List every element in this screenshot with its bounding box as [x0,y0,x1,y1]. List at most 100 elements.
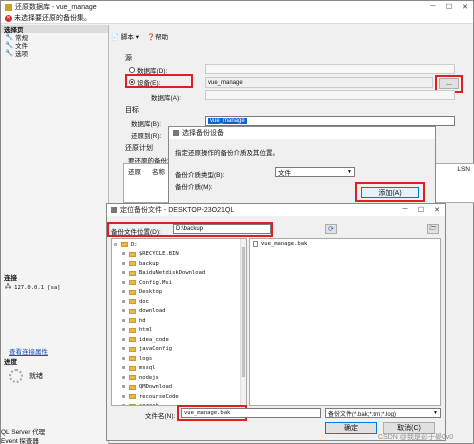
chevron-down-icon: ▼ [347,169,352,175]
browse-device-button[interactable]: ... [439,78,459,89]
connection-properties-link[interactable]: 查看连接属性 [9,346,48,356]
target-label: 目标 [125,107,139,114]
script-button[interactable]: 📄 脚本 ▾ [111,31,139,41]
tree-folder-item[interactable]: ⊞ nodejs [112,373,246,383]
folder-icon [129,318,136,324]
error-icon: ✕ [5,14,12,22]
help-button[interactable]: ❓帮助 [147,31,168,41]
tree-folder-label: nodejs [139,374,159,381]
minimize-button[interactable]: ─ [425,3,441,11]
tree-folder-item[interactable]: ⊞ backup [112,259,246,269]
refresh-button[interactable]: ⟳ [325,224,337,234]
tree-root-label: D: [131,241,138,248]
media-type-select[interactable]: 文件 ▼ [275,167,355,177]
tree-root[interactable]: ⊟ D: [112,240,246,250]
filename-label: 文件名(N): [145,413,176,420]
tree-folder-label: mssql [139,365,156,372]
select-backup-device-dialog: 选择备份设备 指定还原操作的备份介质及其位置。 备份介质类型(B): 文件 ▼ … [168,126,436,206]
device-dialog-prompt: 指定还原操作的备份介质及其位置。 [175,150,279,157]
device-radio-label: 设备(E): [137,80,161,87]
tree-folder-item[interactable]: ⊞ $RECYCLE.BIN [112,250,246,260]
restore-plan-label: 还原计划 [125,145,153,152]
tree-folder-item[interactable]: ⊞ QMDownload [112,383,246,393]
tree-folder-item[interactable]: ⊞ recourseCode [112,392,246,402]
location-value: D:\backup [176,226,204,232]
folder-icon [129,384,136,390]
page-options[interactable]: 🔧 选项 [1,49,108,58]
close-button[interactable]: ✕ [429,206,445,214]
tree-folder-item[interactable]: ⊞ mssql [112,364,246,374]
expand-icon: ⊞ [122,317,126,324]
server-entry: 🖧 127.0.0.1 [sa] [5,283,61,292]
source-label: 源 [125,55,132,62]
location-label: 备份文件位置(D): [111,229,161,236]
filter-value: 备份文件(*.bak;*.trn;*.log) [328,411,397,418]
ok-button[interactable]: 确定 [325,422,377,434]
col-restore: 还原 [128,169,141,176]
tree-scrollbar[interactable] [240,239,246,405]
file-type-filter[interactable]: 备份文件(*.bak;*.trn;*.log) ▼ [325,408,441,418]
spinner-icon [9,369,23,383]
tree-folder-item[interactable]: ⊞ Desktop [112,288,246,298]
folder-icon [129,261,136,267]
expand-icon: ⊞ [122,327,126,334]
col-lsn: LSN [457,166,470,173]
dialog-icon [111,207,117,213]
tree-folder-item[interactable]: ⊞ doc [112,297,246,307]
left-pane: 选择页 🔧 常规 🔧 文件 🔧 选项 连接 🖧 127.0.0.1 [sa] 查看连接… [1,25,109,444]
tree-folder-label: download [139,308,166,315]
database-radio-circle [129,67,135,73]
expand-icon: ⊞ [122,393,126,400]
tree-folder-item[interactable]: ⊞ javaConfig [112,345,246,355]
file-item[interactable]: vue_manage.bak [250,239,440,249]
app-icon [5,3,12,11]
folder-browse-button[interactable]: 🗁 [427,224,439,234]
location-input[interactable]: D:\backup [173,224,271,234]
expand-icon: ⊞ [122,260,126,267]
filename-input[interactable]: vue_manage.bak [181,408,321,418]
folder-icon [129,375,136,381]
tree-folder-item[interactable]: ⊞ download [112,307,246,317]
target-db-input[interactable]: vue_manage [205,116,455,126]
maximize-button[interactable]: ☐ [413,206,429,214]
target-db-value: vue_manage [208,118,247,124]
chevron-down-icon: ▼ [433,410,438,416]
tree-folder-item[interactable]: ⊞ html [112,326,246,336]
file-icon [253,240,258,247]
locate-dialog-title: 定位备份文件 - DESKTOP-23O21QL [120,207,235,214]
script-icon: 📄 [111,34,120,41]
wrench-icon: 🔧 [5,42,14,49]
folder-icon [129,280,136,286]
source-db-select[interactable] [205,90,455,100]
restore-to-label: 还原到(R): [131,133,162,140]
add-button[interactable]: 添加(A) [361,187,419,198]
progress-area: 就绪 [9,369,43,383]
tree-folder-item[interactable]: ⊞ hd [112,316,246,326]
tree-folder-item[interactable]: ⊞ Config.Msi [112,278,246,288]
folder-icon [129,327,136,333]
device-value: vue_manage [208,79,243,86]
tree-folder-item[interactable]: ⊞ BaiduNetdiskDownload [112,269,246,279]
source-database-select[interactable] [205,64,455,74]
tree-folder-label: sezest [139,403,159,405]
folder-icon [129,365,136,371]
wrench-icon: 🔧 [5,34,14,41]
folder-icon [129,337,136,343]
tree-folder-label: hd [139,317,146,324]
minimize-button[interactable]: ─ [397,206,413,214]
help-icon: ❓ [146,34,156,41]
tree-scroll-thumb[interactable] [242,247,245,377]
tree-folder-item[interactable]: ⊞ logs [112,354,246,364]
device-radio[interactable]: 设备(E): [129,77,160,87]
help-label: 帮助 [155,34,169,41]
filename-value: vue_manage.bak [184,410,231,416]
bottom-item-profiler: Event 探查器 [1,438,39,444]
tree-folder-item[interactable]: ⊞ idea_code [112,335,246,345]
maximize-button[interactable]: ☐ [441,3,457,11]
tree-folder-label: doc [139,298,149,305]
expand-icon: ⊞ [122,355,126,362]
refresh-icon: ⟳ [328,226,334,233]
collapse-icon: ⊟ [114,241,118,248]
expand-icon: ⊞ [122,374,126,381]
close-button[interactable]: ✕ [457,3,473,11]
